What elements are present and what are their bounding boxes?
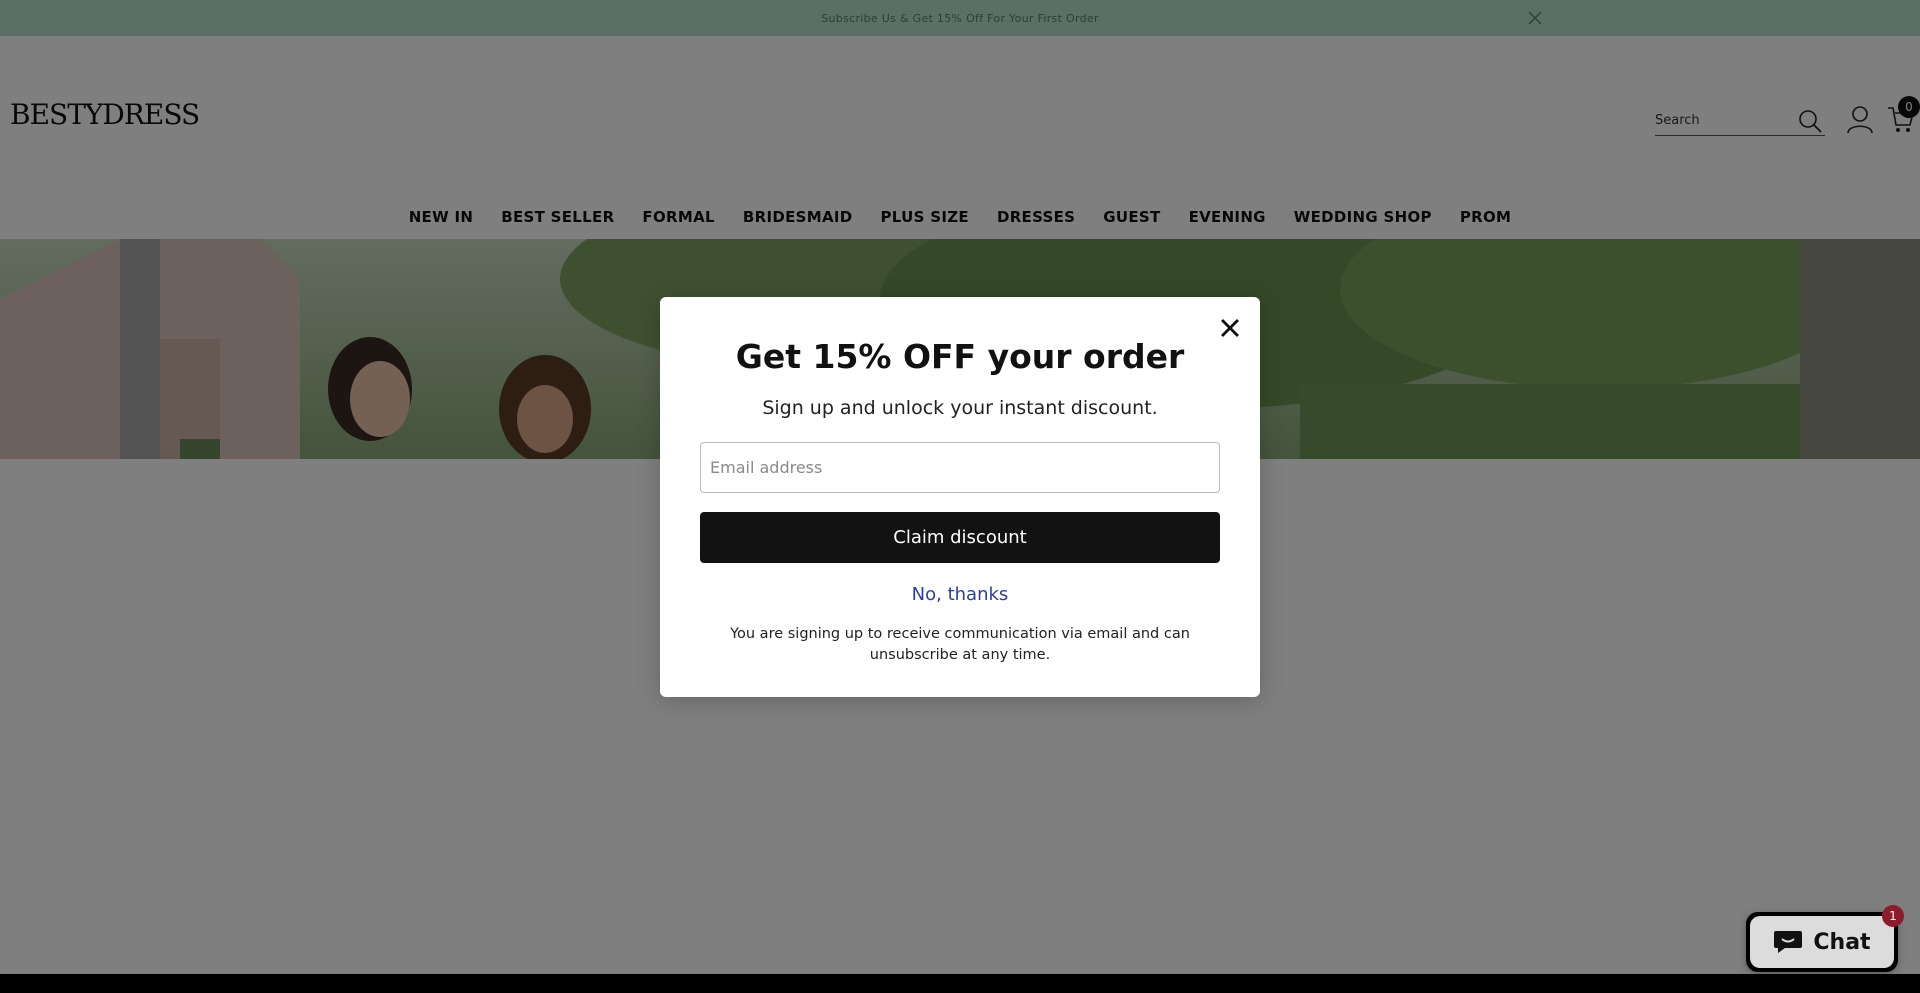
- fine-print: You are signing up to receive communicat…: [730, 626, 1190, 663]
- chat-button-inner: Chat: [1750, 916, 1894, 968]
- claim-discount-button[interactable]: Claim discount: [700, 512, 1220, 563]
- no-thanks-link[interactable]: No, thanks: [660, 584, 1260, 605]
- chat-bubble-icon: [1774, 931, 1803, 953]
- chat-button[interactable]: Chat: [1746, 912, 1898, 972]
- chat-label: Chat: [1813, 929, 1871, 955]
- discount-modal: Get 15% OFF your order Sign up and unloc…: [660, 297, 1260, 697]
- modal-title: Get 15% OFF your order: [735, 337, 1185, 376]
- modal-subtitle: Sign up and unlock your instant discount…: [762, 397, 1158, 419]
- email-field[interactable]: [700, 442, 1220, 493]
- chat-unread-badge: 1: [1882, 905, 1904, 927]
